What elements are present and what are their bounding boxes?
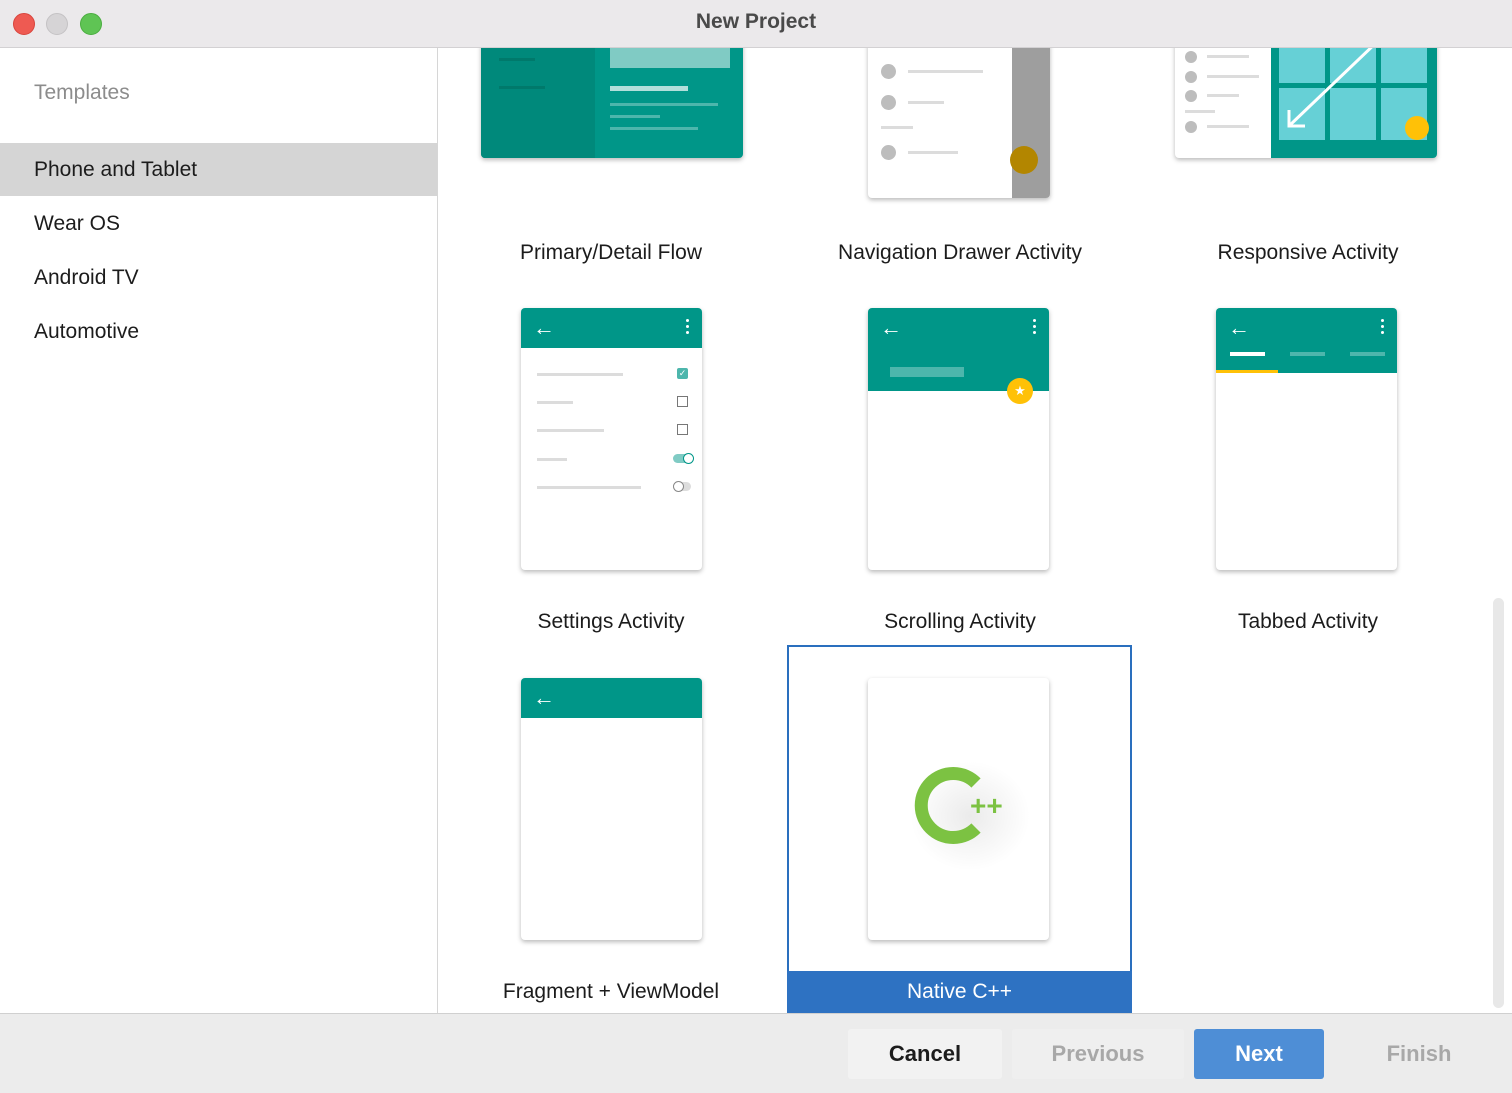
back-arrow-icon: ← [533,315,555,340]
native-cpp-preview: ++ [868,678,1049,940]
template-label: Settings Activity [537,610,685,633]
navigation-drawer-preview [868,48,1050,198]
svg-text:++: ++ [970,790,1003,821]
template-label: Scrolling Activity [884,610,1036,633]
diagonal-arrow-icon [1287,48,1373,128]
scrolling-preview: ← ★ [868,308,1049,570]
back-arrow-icon: ← [533,685,555,710]
gallery-scrollbar[interactable] [1493,598,1504,1008]
previous-button[interactable]: Previous [1012,1029,1184,1079]
tabbed-preview: ← [1216,308,1397,570]
finish-button[interactable]: Finish [1334,1029,1504,1079]
template-label-selected: Native C++ [787,971,1132,1013]
primary-detail-preview [481,48,743,158]
sidebar-header: Templates [34,81,130,104]
responsive-preview [1175,48,1437,158]
template-fragment-viewmodel[interactable]: ← Fragment + ViewModel [438,658,784,1013]
cpp-logo-icon: ++ [910,761,1030,871]
template-gallery: Primary/Detail Flow Navigation Drawer Ac… [438,48,1512,1013]
template-settings-activity[interactable]: ← ✓ Settings Activity [438,288,784,638]
overflow-menu-icon [686,319,690,337]
dialog-footer: Cancel Previous Next Finish [0,1013,1512,1093]
next-button[interactable]: Next [1194,1029,1324,1079]
template-primary-detail-flow[interactable]: Primary/Detail Flow [438,48,784,278]
templates-sidebar: Templates Phone and Tablet Wear OS Andro… [0,48,438,1013]
sidebar-item-phone-and-tablet[interactable]: Phone and Tablet [0,143,437,196]
template-native-cpp[interactable]: ++ [787,645,1132,1013]
back-arrow-icon: ← [880,315,902,340]
template-responsive-activity[interactable]: Responsive Activity [1135,48,1481,278]
overflow-menu-icon [1381,319,1385,337]
template-navigation-drawer-activity[interactable]: Navigation Drawer Activity [787,48,1133,278]
sidebar-item-android-tv[interactable]: Android TV [0,251,437,304]
star-fab-icon: ★ [1007,378,1033,404]
title-bar: New Project [0,0,1512,48]
template-label: Tabbed Activity [1237,610,1379,633]
window-title: New Project [695,10,817,33]
back-arrow-icon: ← [1228,315,1250,340]
overflow-menu-icon [1033,319,1037,337]
sidebar-item-automotive[interactable]: Automotive [0,305,437,358]
template-scrolling-activity[interactable]: ← ★ Scrolling Activity [787,288,1133,638]
settings-preview: ← ✓ [521,308,702,570]
template-label: Fragment + ViewModel [502,980,720,1003]
sidebar-item-wear-os[interactable]: Wear OS [0,197,437,250]
template-label: Responsive Activity [1217,241,1399,264]
template-tabbed-activity[interactable]: ← Tabbed Activity [1135,288,1481,638]
template-label: Primary/Detail Flow [519,241,703,264]
template-label: Navigation Drawer Activity [838,241,1082,264]
cancel-button[interactable]: Cancel [848,1029,1002,1079]
fragment-viewmodel-preview: ← [521,678,702,940]
